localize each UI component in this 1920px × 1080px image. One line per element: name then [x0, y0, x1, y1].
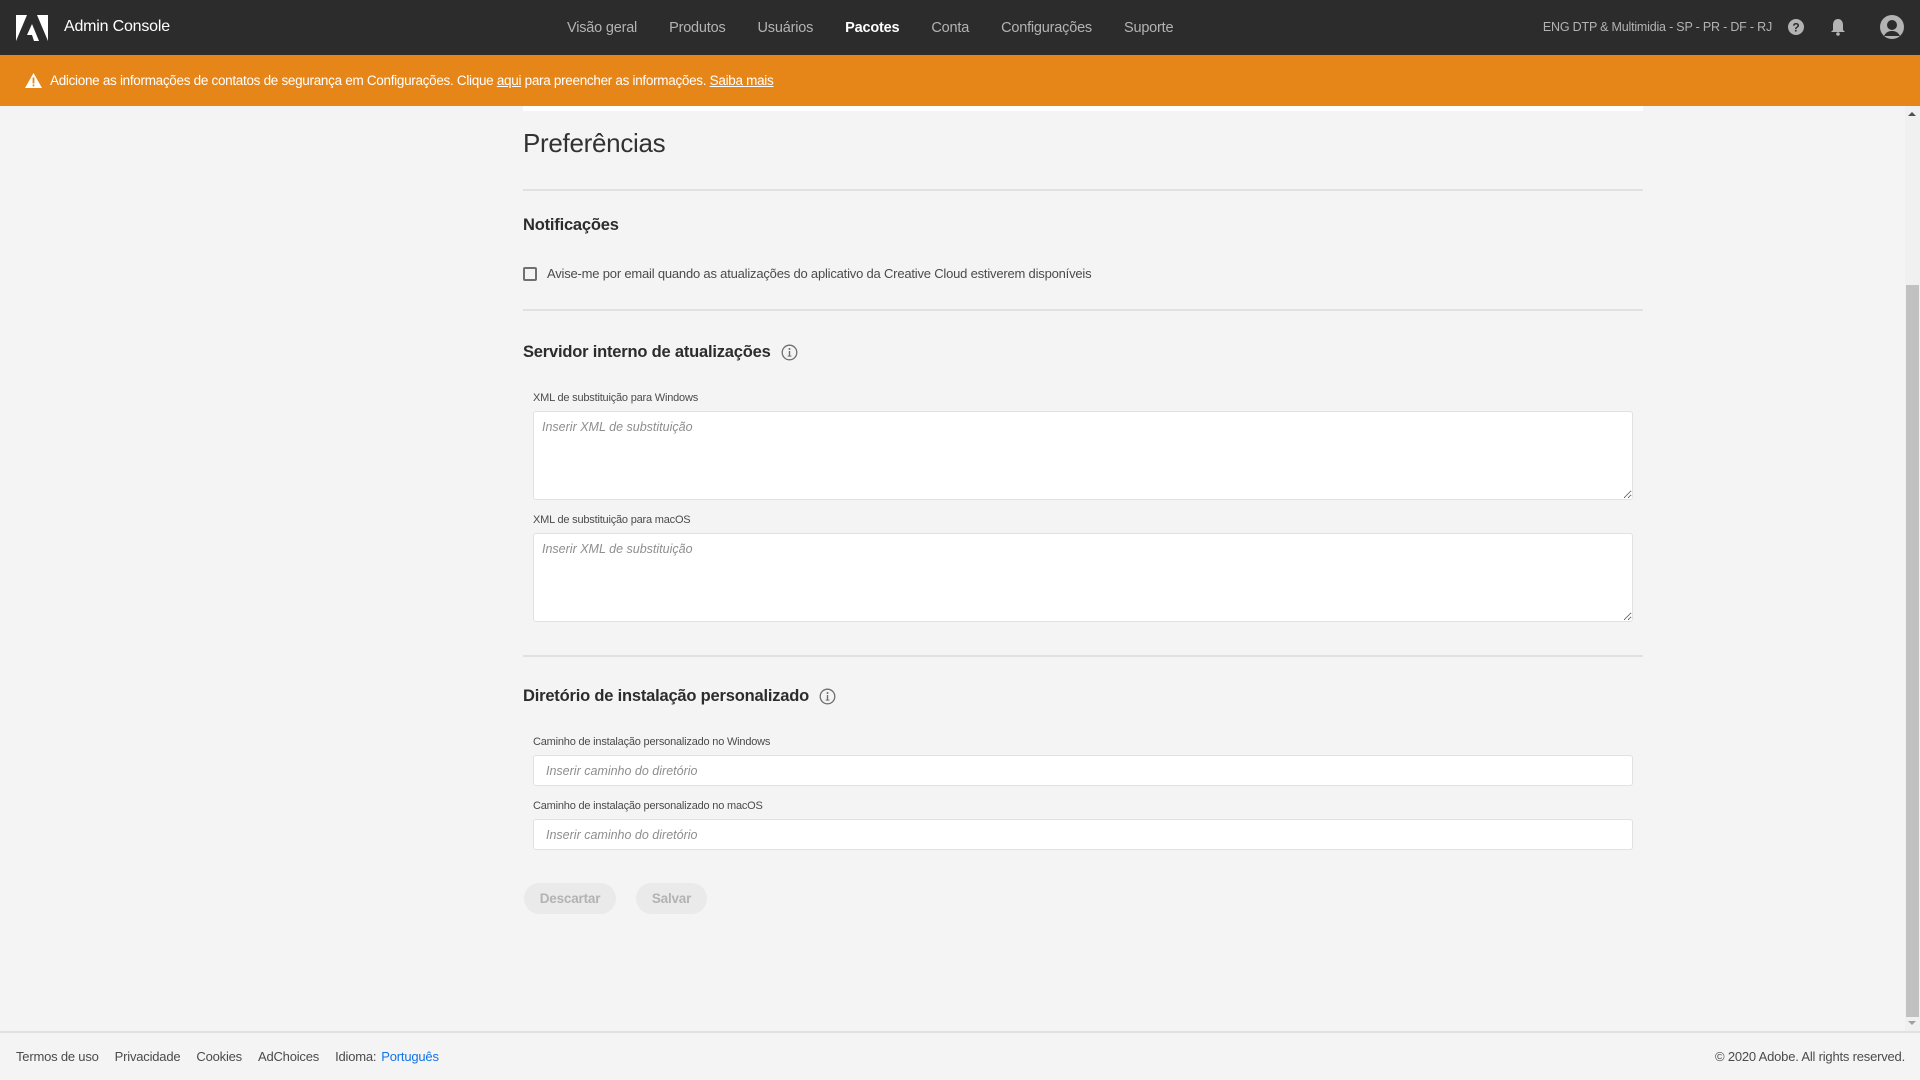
content-top-edge	[523, 106, 1643, 111]
email-updates-option[interactable]: Avise-me por email quando as atualizaçõe…	[523, 266, 1092, 281]
warning-icon	[25, 73, 42, 88]
main-content: Preferências Notificações Avise-me por e…	[0, 106, 1905, 1031]
discard-button[interactable]: Descartar	[524, 883, 616, 914]
copyright: © 2020 Adobe. All rights reserved.	[1715, 1049, 1905, 1064]
scroll-thumb[interactable]	[1906, 285, 1919, 1017]
notifications-title: Notificações	[523, 216, 619, 234]
page-title: Preferências	[523, 128, 666, 158]
windows-path-input[interactable]	[533, 755, 1633, 786]
windows-xml-textarea[interactable]	[533, 411, 1633, 500]
notifications-heading: Notificações	[523, 216, 619, 235]
windows-xml-label: XML de substituição para Windows	[533, 392, 698, 404]
footer: Termos de uso Privacidade Cookies AdChoi…	[0, 1031, 1920, 1080]
install-dir-title: Diretório de instalação personalizado	[523, 687, 810, 705]
footer-link-privacy[interactable]: Privacidade	[115, 1049, 181, 1064]
email-updates-label[interactable]: Avise-me por email quando as atualizaçõe…	[547, 266, 1092, 281]
divider	[523, 655, 1643, 657]
info-icon[interactable]	[819, 688, 836, 705]
avatar-icon[interactable]	[1880, 15, 1904, 39]
scroll-up-arrow-icon[interactable]	[1908, 112, 1916, 116]
macos-path-label: Caminho de instalação personalizado no m…	[533, 800, 763, 812]
banner-text: Adicione as informações de contatos de s…	[50, 73, 497, 88]
email-updates-checkbox[interactable]	[523, 266, 537, 281]
top-nav-bar: Admin Console Visão geral Produtos Usuár…	[0, 0, 1920, 55]
banner-text-2: para preencher as informações.	[521, 73, 710, 88]
footer-link-adchoices[interactable]: AdChoices	[258, 1049, 319, 1064]
nav-users[interactable]: Usuários	[758, 20, 814, 36]
install-dir-heading: Diretório de instalação personalizado	[523, 687, 836, 706]
language-selector[interactable]: Português	[381, 1049, 439, 1064]
svg-text:?: ?	[1792, 21, 1799, 35]
footer-link-cookies[interactable]: Cookies	[196, 1049, 242, 1064]
footer-links: Termos de uso Privacidade Cookies AdChoi…	[16, 1049, 455, 1064]
nav-support[interactable]: Suporte	[1124, 20, 1174, 36]
divider	[523, 309, 1643, 311]
save-button[interactable]: Salvar	[636, 883, 707, 914]
main-nav: Visão geral Produtos Usuários Pacotes Co…	[567, 0, 1205, 55]
bell-icon[interactable]	[1828, 17, 1848, 37]
security-contact-banner: Adicione as informações de contatos de s…	[0, 55, 1920, 106]
nav-packages[interactable]: Pacotes	[845, 20, 899, 36]
divider	[523, 189, 1643, 191]
info-icon[interactable]	[781, 344, 798, 361]
windows-path-label: Caminho de instalação personalizado no W…	[533, 736, 771, 748]
language-label: Idioma:	[335, 1049, 377, 1064]
macos-xml-label: XML de substituição para macOS	[533, 514, 691, 526]
nav-overview[interactable]: Visão geral	[567, 20, 637, 36]
nav-products[interactable]: Produtos	[669, 20, 726, 36]
macos-path-input[interactable]	[533, 819, 1633, 850]
banner-here-link[interactable]: aqui	[497, 73, 522, 88]
scroll-down-arrow-icon[interactable]	[1908, 1021, 1916, 1025]
org-switcher[interactable]: ENG DTP & Multimidia - SP - PR - DF - RJ	[1543, 20, 1772, 34]
banner-learn-more-link[interactable]: Saiba mais	[710, 73, 774, 88]
nav-settings[interactable]: Configurações	[1001, 20, 1092, 36]
macos-xml-textarea[interactable]	[533, 533, 1633, 622]
adobe-logo-icon[interactable]	[16, 15, 48, 41]
footer-link-terms[interactable]: Termos de uso	[16, 1049, 99, 1064]
nav-account[interactable]: Conta	[931, 20, 969, 36]
app-title[interactable]: Admin Console	[64, 18, 170, 36]
update-server-heading: Servidor interno de atualizações	[523, 343, 798, 362]
help-icon[interactable]: ?	[1786, 17, 1806, 37]
page-scrollbar[interactable]	[1905, 106, 1920, 1031]
update-server-title: Servidor interno de atualizações	[523, 343, 771, 361]
